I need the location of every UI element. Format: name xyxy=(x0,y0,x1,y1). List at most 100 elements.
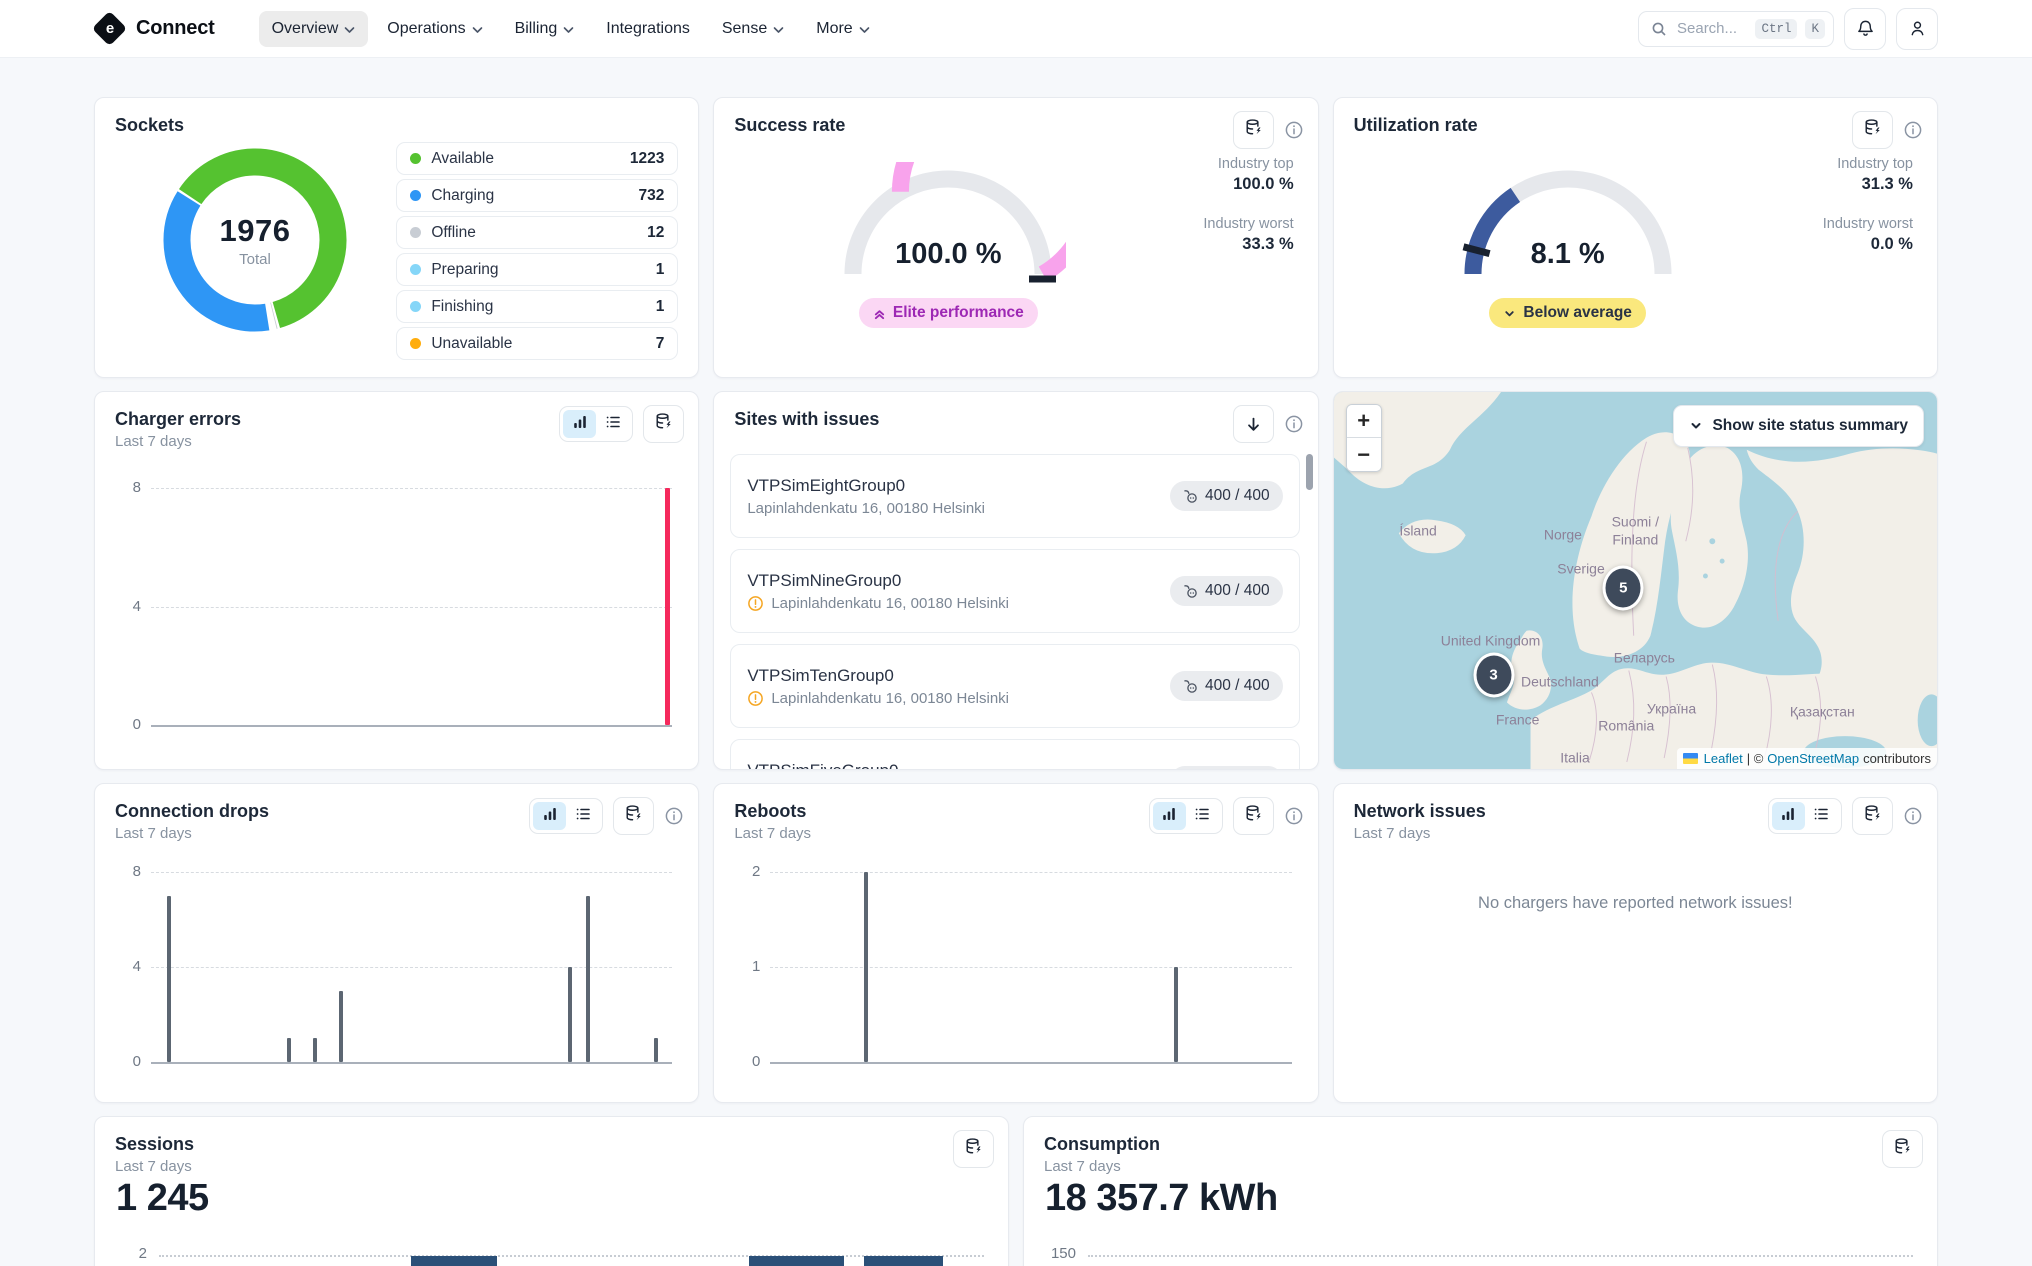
chart-view-toggle[interactable] xyxy=(1772,802,1805,830)
brand[interactable]: e Connect xyxy=(94,13,215,45)
map-place-label: Suomi / Finland xyxy=(1612,514,1659,549)
list-icon xyxy=(1194,806,1210,827)
sites-with-issues-card: Sites with issues VTPSimEightGroup0 Lapi… xyxy=(713,391,1318,770)
sites-map-card: ÍslandNorgeSuomi / FinlandSverigeUnited … xyxy=(1333,391,1938,770)
nav-item-overview[interactable]: Overview xyxy=(259,11,369,47)
utilization-info-icon[interactable] xyxy=(1903,120,1923,140)
legend-dot xyxy=(410,153,421,164)
legend-item-unavailable[interactable]: Unavailable 7 xyxy=(396,327,678,360)
map-cluster-marker[interactable]: 3 xyxy=(1473,652,1514,697)
legend-dot xyxy=(410,227,421,238)
dashboard-screen: e Connect OverviewOperationsBillingInteg… xyxy=(0,0,2032,1266)
list-icon xyxy=(605,414,621,435)
connection-drops-info-icon[interactable] xyxy=(664,806,684,826)
legend-item-finishing[interactable]: Finishing 1 xyxy=(396,290,678,323)
legend-item-charging[interactable]: Charging 732 xyxy=(396,179,678,212)
main-menu: OverviewOperationsBillingIntegrationsSen… xyxy=(259,11,883,47)
success-rate-info-icon[interactable] xyxy=(1284,120,1304,140)
legend-dot xyxy=(410,338,421,349)
list-view-toggle[interactable] xyxy=(1805,802,1838,830)
utilization-datasource-button[interactable] xyxy=(1852,111,1893,149)
chart-view-toggle[interactable] xyxy=(533,802,566,830)
utilization-rate-card: Utilization rate 8.1 % Below average Ind… xyxy=(1333,97,1938,378)
utilization-industry-stats: Industry top31.3 % Industry worst0.0 % xyxy=(1823,156,1913,254)
network-issues-empty-message: No chargers have reported network issues… xyxy=(1334,894,1937,913)
plug-icon xyxy=(1183,489,1198,504)
database-lightning-icon xyxy=(1893,1137,1912,1161)
top-navigation: e Connect OverviewOperationsBillingInteg… xyxy=(0,0,2032,58)
chart-bar xyxy=(665,488,670,725)
chart-view-toggle[interactable] xyxy=(1153,802,1186,830)
legend-item-offline[interactable]: Offline 12 xyxy=(396,216,678,249)
openstreetmap-link[interactable]: OpenStreetMap xyxy=(1767,751,1859,766)
consumption-subtitle: Last 7 days xyxy=(1024,1155,1937,1175)
chevron-down-icon xyxy=(1503,307,1516,320)
network-issues-card: Network issues Last 7 days No chargers h… xyxy=(1333,783,1938,1103)
nav-item-sense[interactable]: Sense xyxy=(709,11,797,47)
sessions-title: Sessions xyxy=(95,1117,1008,1155)
sockets-total: 1976 xyxy=(220,213,291,249)
sockets-title: Sockets xyxy=(95,98,698,136)
chart-bar xyxy=(339,991,343,1062)
bar-chart-icon xyxy=(542,806,558,827)
ukraine-flag-icon xyxy=(1683,753,1698,764)
connection-drops-card: Connection drops Last 7 days 840 xyxy=(94,783,699,1103)
charger-errors-datasource-button[interactable] xyxy=(643,405,684,443)
nav-item-integrations[interactable]: Integrations xyxy=(593,11,703,47)
user-icon xyxy=(1908,19,1927,38)
legend-dot xyxy=(410,190,421,201)
map-canvas[interactable]: ÍslandNorgeSuomi / FinlandSverigeUnited … xyxy=(1334,392,1937,769)
sites-info-icon[interactable] xyxy=(1284,414,1304,434)
site-row[interactable]: VTPSimEightGroup0 Lapinlahdenkatu 16, 00… xyxy=(730,454,1299,538)
reboots-datasource-button[interactable] xyxy=(1233,797,1274,835)
map-cluster-marker[interactable]: 5 xyxy=(1603,566,1644,611)
site-row[interactable]: VTPSimFiveGroup0 Lapinlahdenkatu 16, 001… xyxy=(730,739,1299,769)
network-issues-datasource-button[interactable] xyxy=(1852,797,1893,835)
reboots-info-icon[interactable] xyxy=(1284,806,1304,826)
success-rate-value: 100.0 % xyxy=(830,238,1066,271)
list-view-toggle[interactable] xyxy=(566,802,599,830)
site-status-summary-button[interactable]: Show site status summary xyxy=(1673,405,1924,447)
database-lightning-icon xyxy=(964,1137,983,1161)
leaflet-link[interactable]: Leaflet xyxy=(1704,751,1743,766)
map-zoom-out-button[interactable]: − xyxy=(1347,438,1381,471)
bell-icon xyxy=(1856,19,1875,38)
sites-download-button[interactable] xyxy=(1233,405,1274,443)
connection-drops-datasource-button[interactable] xyxy=(613,797,654,835)
nav-item-billing[interactable]: Billing xyxy=(502,11,588,47)
utilization-rate-title: Utilization rate xyxy=(1334,98,1937,136)
legend-item-preparing[interactable]: Preparing 1 xyxy=(396,253,678,286)
utilization-badge[interactable]: Below average xyxy=(1489,298,1646,328)
nav-item-operations[interactable]: Operations xyxy=(374,11,495,47)
chart-bar xyxy=(287,1038,291,1062)
chart-view-toggle[interactable] xyxy=(563,410,596,438)
chart-bar xyxy=(313,1038,317,1062)
consumption-title: Consumption xyxy=(1024,1117,1937,1155)
map-attribution: Leaflet | © OpenStreetMap contributors xyxy=(1677,748,1937,769)
site-row[interactable]: VTPSimTenGroup0 Lapinlahdenkatu 16, 0018… xyxy=(730,644,1299,728)
site-row[interactable]: VTPSimNineGroup0 Lapinlahdenkatu 16, 001… xyxy=(730,549,1299,633)
socket-count-badge: 400 / 400 xyxy=(1170,576,1283,606)
dashboard-main: Sockets 1976 Total Available 1223 Chargi… xyxy=(0,58,2032,1266)
kbd-k: K xyxy=(1805,19,1825,39)
list-view-toggle[interactable] xyxy=(1186,802,1219,830)
success-rate-badge[interactable]: Elite performance xyxy=(859,298,1038,328)
legend-item-available[interactable]: Available 1223 xyxy=(396,142,678,175)
search-box[interactable]: Ctrl K xyxy=(1638,11,1834,47)
socket-count-badge: 400 / 400 xyxy=(1170,481,1283,511)
sites-scrollbar[interactable] xyxy=(1306,454,1313,490)
consumption-datasource-button[interactable] xyxy=(1882,1130,1923,1168)
success-rate-datasource-button[interactable] xyxy=(1233,111,1274,149)
notifications-button[interactable] xyxy=(1844,8,1886,50)
search-input[interactable] xyxy=(1675,19,1747,38)
account-button[interactable] xyxy=(1896,8,1938,50)
network-issues-info-icon[interactable] xyxy=(1903,806,1923,826)
map-zoom-in-button[interactable]: + xyxy=(1347,405,1381,438)
database-lightning-icon xyxy=(1244,118,1263,142)
nav-item-more[interactable]: More xyxy=(803,11,882,47)
sockets-donut-chart: 1976 Total xyxy=(159,144,351,336)
map-place-label: Ísland xyxy=(1399,523,1436,541)
list-view-toggle[interactable] xyxy=(596,410,629,438)
sessions-datasource-button[interactable] xyxy=(953,1130,994,1168)
sockets-legend: Available 1223 Charging 732 Offline 12 P… xyxy=(396,142,678,360)
